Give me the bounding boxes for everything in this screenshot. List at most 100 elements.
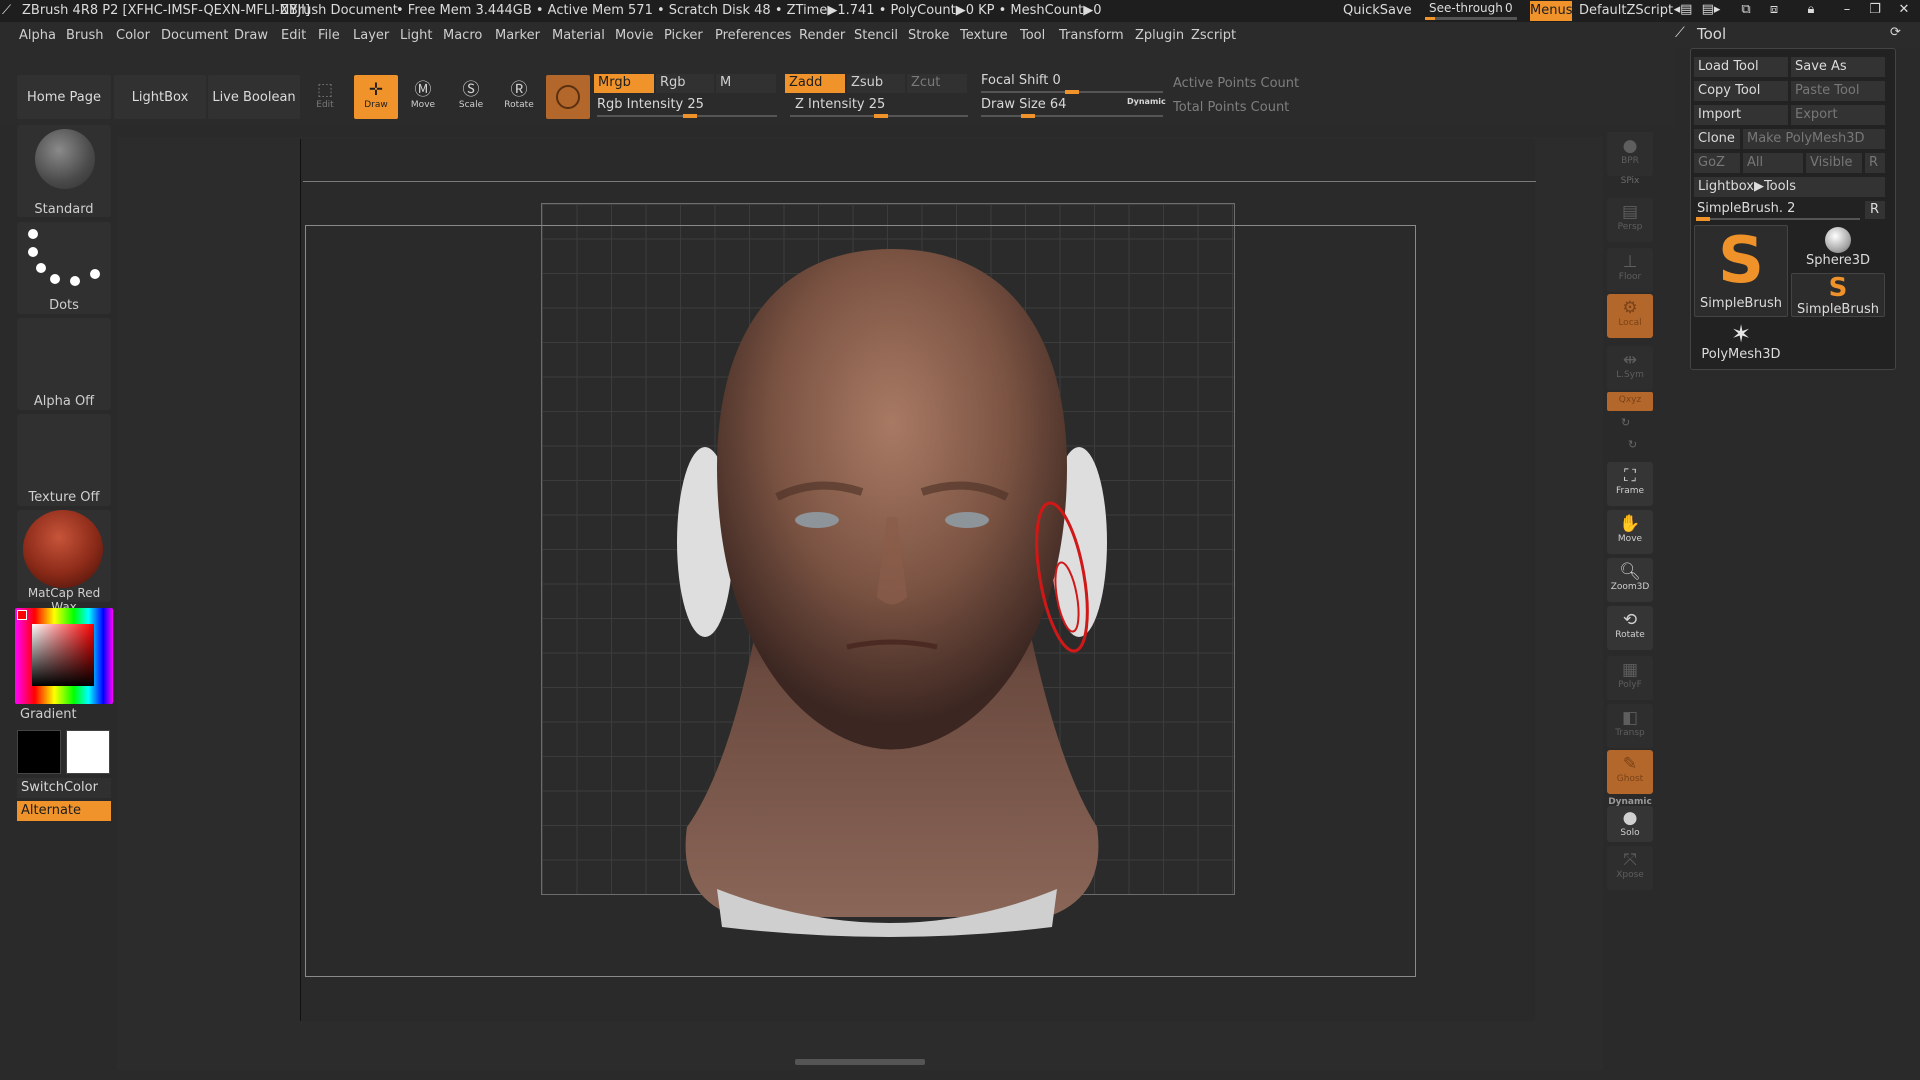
menu-texture[interactable]: Texture — [960, 28, 1008, 43]
switch-color-button[interactable]: SwitchColor — [17, 778, 111, 798]
export-button[interactable]: Export — [1791, 105, 1885, 125]
polyf-button[interactable]: ▦ PolyF — [1607, 656, 1653, 700]
current-tool-r-button[interactable]: R — [1865, 201, 1885, 219]
rotate-axis-icon[interactable]: ↻ — [1621, 416, 1630, 429]
transp-button[interactable]: ◧ Transp — [1607, 704, 1653, 748]
menu-color[interactable]: Color — [116, 28, 150, 43]
ui-layout-icon[interactable]: ⧈ — [1763, 2, 1785, 17]
menu-render[interactable]: Render — [799, 28, 845, 43]
menu-file[interactable]: File — [318, 28, 340, 43]
tool-palette-title[interactable]: Tool — [1697, 25, 1726, 43]
menu-material[interactable]: Material — [552, 28, 605, 43]
rotate-view-button[interactable]: ⟲ Rotate — [1607, 606, 1653, 650]
menu-macro[interactable]: Macro — [443, 28, 482, 43]
palette-reset-icon[interactable]: ⟳ — [1890, 25, 1901, 40]
zadd-button[interactable]: Zadd — [785, 74, 845, 93]
goz-visible-button[interactable]: Visible — [1806, 153, 1862, 173]
solo-button[interactable]: ● Solo — [1607, 806, 1653, 842]
goz-all-button[interactable]: All — [1743, 153, 1803, 173]
lightbox-button[interactable]: LightBox — [114, 75, 206, 119]
rgb-button[interactable]: Rgb — [656, 74, 714, 93]
goz-button[interactable]: GoZ — [1694, 153, 1740, 173]
close-icon[interactable]: ✕ — [1893, 2, 1915, 17]
canvas-scroll-handle[interactable] — [795, 1059, 925, 1065]
tool-thumb-simplebrush-large[interactable]: S SimpleBrush — [1694, 225, 1788, 317]
head-model[interactable] — [117, 137, 1603, 1070]
dynamic-toggle[interactable]: Dynamic — [1127, 97, 1166, 106]
menus-toggle[interactable]: Menus — [1530, 1, 1572, 21]
layout-next-icon[interactable]: ▤▸ — [1700, 2, 1722, 17]
import-button[interactable]: Import — [1694, 105, 1788, 125]
current-tool-slider[interactable] — [1696, 217, 1860, 221]
clone-button[interactable]: Clone — [1694, 129, 1740, 149]
menu-zplugin[interactable]: Zplugin — [1135, 28, 1184, 43]
menu-stencil[interactable]: Stencil — [854, 28, 898, 43]
move-view-button[interactable]: ✋ Move — [1607, 510, 1653, 554]
rotate-mode-button[interactable]: Ⓡ Rotate — [497, 75, 541, 119]
lsym-button[interactable]: ⇹ L.Sym — [1607, 346, 1653, 390]
z-intensity-slider[interactable] — [790, 114, 968, 118]
main-color-swatch[interactable] — [17, 730, 61, 774]
bpr-button[interactable]: ● BPR — [1607, 132, 1653, 176]
quicksave-button[interactable]: QuickSave — [1343, 3, 1412, 18]
focal-shift-slider[interactable] — [981, 90, 1163, 94]
xpose-button[interactable]: ⤧ Xpose — [1607, 846, 1653, 890]
scale-mode-button[interactable]: Ⓢ Scale — [449, 75, 493, 119]
menu-stroke[interactable]: Stroke — [908, 28, 949, 43]
live-boolean-button[interactable]: Live Boolean — [208, 75, 300, 119]
draw-mode-button[interactable]: ✛ Draw — [354, 75, 398, 119]
rotate-axis-icon-2[interactable]: ↻ — [1628, 438, 1637, 451]
draw-size-slider[interactable] — [981, 114, 1163, 118]
save-as-button[interactable]: Save As — [1791, 57, 1885, 77]
spix-label[interactable]: SPix — [1607, 176, 1653, 186]
menu-layer[interactable]: Layer — [353, 28, 389, 43]
current-tool-label[interactable]: SimpleBrush. 2 — [1697, 201, 1795, 216]
gradient-label[interactable]: Gradient — [20, 707, 77, 722]
copy-tool-button[interactable]: Copy Tool — [1694, 81, 1788, 101]
goz-r-button[interactable]: R — [1865, 153, 1885, 173]
menu-light[interactable]: Light — [400, 28, 432, 43]
brush-preview-button[interactable] — [546, 75, 590, 119]
default-zscript-button[interactable]: DefaultZScript — [1579, 3, 1673, 18]
m-button[interactable]: M — [716, 74, 776, 93]
menu-zscript[interactable]: Zscript — [1191, 28, 1236, 43]
menu-preferences[interactable]: Preferences — [715, 28, 791, 43]
menu-picker[interactable]: Picker — [664, 28, 703, 43]
rgb-intensity-slider[interactable] — [597, 114, 777, 118]
menu-document[interactable]: Document — [161, 28, 228, 43]
zsub-button[interactable]: Zsub — [847, 74, 905, 93]
floor-button[interactable]: ⊥ Floor — [1607, 248, 1653, 292]
edit-mode-button[interactable]: ⬚ Edit — [303, 75, 347, 119]
menu-marker[interactable]: Marker — [495, 28, 540, 43]
ghost-button[interactable]: ✎ Ghost — [1607, 750, 1653, 794]
document-area[interactable] — [117, 137, 1603, 1070]
menu-alpha[interactable]: Alpha — [19, 28, 56, 43]
home-page-button[interactable]: Home Page — [17, 75, 111, 119]
make-polymesh-button[interactable]: Make PolyMesh3D — [1743, 129, 1885, 149]
paste-tool-button[interactable]: Paste Tool — [1791, 81, 1885, 101]
menu-movie[interactable]: Movie — [615, 28, 653, 43]
tool-thumb-sphere3d[interactable]: Sphere3D — [1791, 225, 1885, 269]
mrgb-button[interactable]: Mrgb — [594, 74, 654, 93]
ui-swap-icon[interactable]: ⧉ — [1735, 2, 1757, 17]
menu-draw[interactable]: Draw — [234, 28, 268, 43]
alternate-button[interactable]: Alternate — [17, 801, 111, 821]
layout-prev-icon[interactable]: ◂▤ — [1672, 2, 1694, 17]
load-tool-button[interactable]: Load Tool — [1694, 57, 1788, 77]
minimize-icon[interactable]: – — [1836, 2, 1858, 17]
frame-button[interactable]: ⛶ Frame — [1607, 462, 1653, 506]
menu-tool[interactable]: Tool — [1020, 28, 1045, 43]
menu-brush[interactable]: Brush — [66, 28, 104, 43]
persp-button[interactable]: ▤ Persp — [1607, 198, 1653, 242]
zcut-button[interactable]: Zcut — [907, 74, 967, 93]
tool-thumb-simplebrush-small[interactable]: S SimpleBrush — [1791, 273, 1885, 317]
lock-icon[interactable]: 🔒︎ — [1800, 2, 1822, 17]
menu-transform[interactable]: Transform — [1059, 28, 1124, 43]
zoom3d-button[interactable]: 🔍︎ Zoom3D — [1607, 558, 1653, 602]
xyz-button[interactable]: Qxyz — [1607, 392, 1653, 411]
menu-edit[interactable]: Edit — [281, 28, 306, 43]
tool-thumb-polymesh3d[interactable]: ✶ PolyMesh3D — [1694, 321, 1788, 365]
lightbox-tools-button[interactable]: Lightbox▶Tools — [1694, 177, 1885, 197]
secondary-color-swatch[interactable] — [66, 730, 110, 774]
color-picker[interactable] — [15, 608, 113, 704]
